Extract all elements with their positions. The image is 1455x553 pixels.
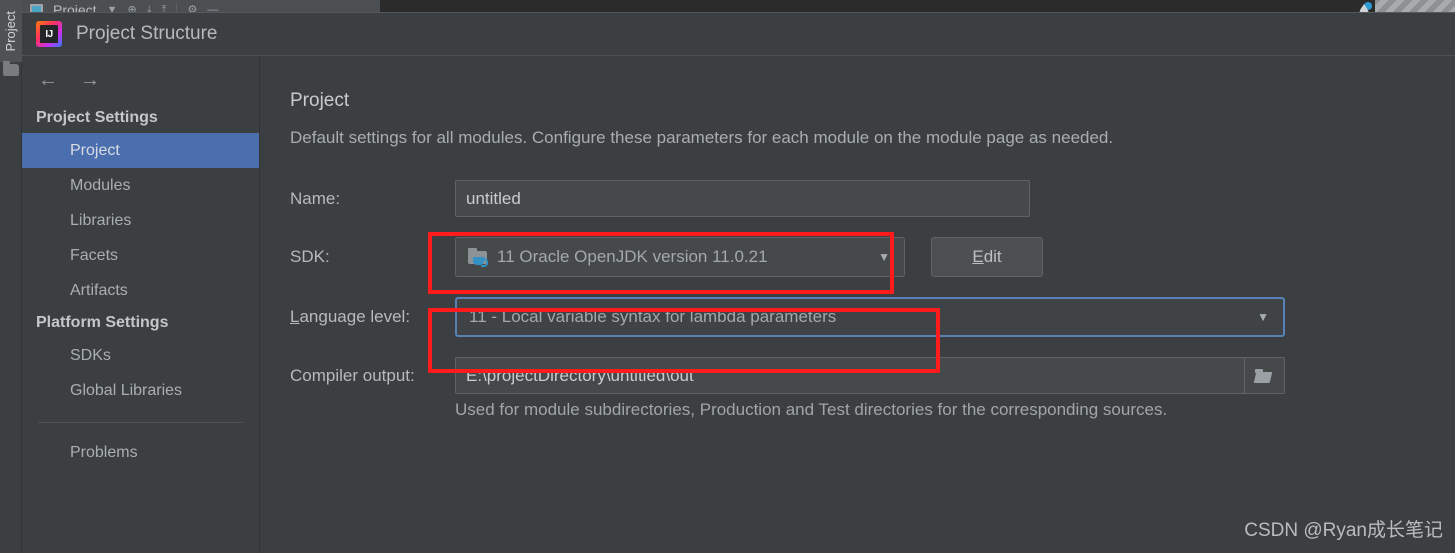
- sidebar-item-label: Facets: [70, 246, 119, 264]
- sdk-row: SDK: 11 Oracle OpenJDK version 11.0.21 ▼…: [290, 237, 1455, 277]
- language-level-row: Language level: 11 - Local variable synt…: [290, 297, 1455, 337]
- sdk-label: SDK:: [290, 247, 330, 266]
- compiler-output-hint: Used for module subdirectories, Producti…: [455, 400, 1168, 419]
- project-settings-panel: Project Default settings for all modules…: [260, 56, 1455, 553]
- sdk-dropdown[interactable]: 11 Oracle OpenJDK version 11.0.21 ▼: [455, 237, 905, 277]
- dialog-titlebar: Project Structure: [22, 13, 1455, 55]
- name-input[interactable]: untitled: [455, 180, 1030, 217]
- sidebar-item-label: Modules: [70, 176, 131, 194]
- java-sdk-folder-icon: [468, 248, 489, 267]
- sdk-dropdown-value: 11 Oracle OpenJDK version 11.0.21: [497, 247, 768, 266]
- sidebar-item-facets[interactable]: Facets: [22, 238, 259, 273]
- sidebar-item-label: SDKs: [70, 346, 111, 364]
- settings-sidebar: ← → Project Settings Project Modules Lib…: [22, 56, 260, 553]
- chevron-down-icon[interactable]: ▼: [878, 250, 898, 264]
- screenshot-root: Project ▼ ⊕ ⤓ ⤒ ⚙ — Project Project Stru…: [0, 0, 1455, 553]
- language-level-value: 11 - Local variable syntax for lambda pa…: [469, 307, 837, 326]
- intellij-idea-logo-icon: [36, 21, 62, 47]
- page-title: Project: [290, 90, 350, 111]
- compiler-output-value: E:\projectDirectory\untitled\out: [466, 365, 694, 385]
- edit-sdk-button[interactable]: Edit: [931, 237, 1043, 277]
- watermark-text: CSDN @Ryan成长笔记: [1244, 520, 1443, 541]
- sidebar-item-sdks[interactable]: SDKs: [22, 338, 259, 373]
- compiler-output-input[interactable]: E:\projectDirectory\untitled\out: [455, 357, 1285, 394]
- sidebar-rail-tab-label: Project: [3, 10, 18, 52]
- edit-button-mnemonic: E: [972, 247, 984, 266]
- language-level-label: Language level:: [290, 307, 455, 327]
- language-level-label-rest: anguage level:: [299, 307, 411, 326]
- left-tool-window-rail: Project: [0, 0, 22, 553]
- dialog-body: ← → Project Settings Project Modules Lib…: [22, 55, 1455, 553]
- name-row: Name: untitled: [290, 180, 1455, 217]
- sidebar-item-label: Global Libraries: [70, 381, 183, 399]
- back-arrow-icon[interactable]: ←: [38, 70, 58, 90]
- language-level-dropdown[interactable]: 11 - Local variable syntax for lambda pa…: [455, 297, 1285, 337]
- sidebar-navigation: ← →: [22, 56, 259, 103]
- sidebar-item-project[interactable]: Project: [22, 133, 259, 168]
- sidebar-item-problems[interactable]: Problems: [22, 435, 259, 470]
- page-description: Default settings for all modules. Config…: [290, 128, 1114, 147]
- name-input-value: untitled: [466, 188, 521, 208]
- sidebar-group-project-settings: Project Settings: [36, 109, 158, 126]
- forward-arrow-icon[interactable]: →: [80, 70, 100, 90]
- sidebar-item-label: Artifacts: [70, 281, 128, 299]
- sidebar-item-libraries[interactable]: Libraries: [22, 203, 259, 238]
- open-folder-icon: [1253, 368, 1274, 383]
- sidebar-item-modules[interactable]: Modules: [22, 168, 259, 203]
- sidebar-group-platform-settings: Platform Settings: [36, 314, 169, 331]
- sidebar-item-artifacts[interactable]: Artifacts: [22, 273, 259, 308]
- compiler-output-row: Compiler output: E:\projectDirectory\unt…: [290, 357, 1455, 394]
- project-structure-dialog: Project Structure ← → Project Settings P…: [22, 12, 1455, 553]
- sidebar-item-label: Project: [70, 141, 120, 159]
- folder-icon: [3, 61, 19, 76]
- sidebar-divider: [38, 422, 243, 423]
- compiler-output-label: Compiler output:: [290, 365, 415, 385]
- browse-folder-button[interactable]: [1244, 358, 1284, 393]
- sidebar-item-label: Libraries: [70, 211, 132, 229]
- sidebar-item-global-libraries[interactable]: Global Libraries: [22, 373, 259, 408]
- sidebar-item-label: Problems: [70, 443, 138, 461]
- chevron-down-icon[interactable]: ▼: [1257, 310, 1277, 324]
- edit-button-label-rest: dit: [983, 247, 1002, 266]
- dialog-title: Project Structure: [76, 23, 218, 44]
- name-label: Name:: [290, 188, 341, 208]
- sidebar-rail-tab-project[interactable]: Project: [0, 0, 22, 62]
